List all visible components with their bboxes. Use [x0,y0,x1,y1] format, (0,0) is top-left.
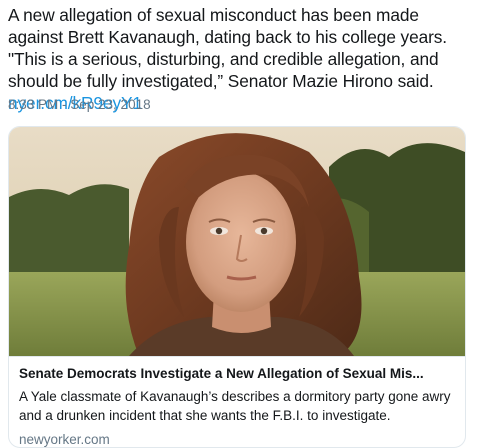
tweet-timestamp[interactable]: 8:33 PM - Sep 23, 2018 [8,97,151,112]
tweet-body: A new allegation of sexual misconduct ha… [8,5,447,91]
card-body[interactable]: Senate Democrats Investigate a New Alleg… [9,356,465,447]
card-description: A Yale classmate of Kavanaugh’s describe… [19,389,451,423]
portrait-photo [9,127,465,356]
card-domain: newyorker.com [19,432,110,447]
card-image[interactable] [9,127,465,356]
link-preview-card[interactable]: Senate Democrats Investigate a New Alleg… [8,126,466,448]
card-title[interactable]: Senate Democrats Investigate a New Alleg… [19,365,455,383]
